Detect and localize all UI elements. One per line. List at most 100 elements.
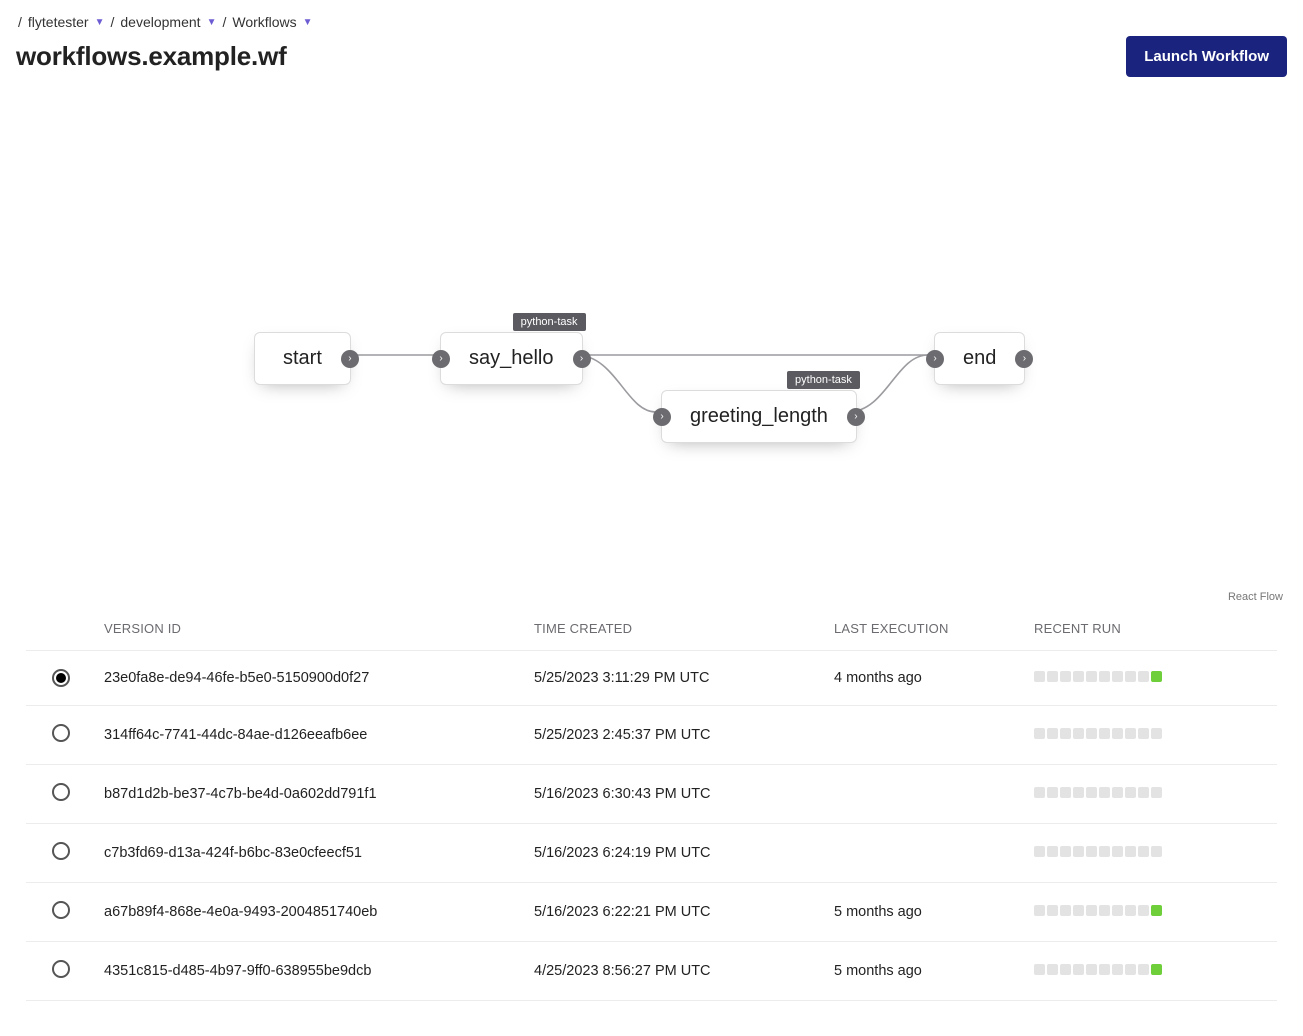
recent-run-cell: [1073, 846, 1084, 857]
node-handle-icon[interactable]: ›: [926, 350, 944, 368]
recent-run-cell: [1034, 671, 1045, 682]
column-header-recent-run[interactable]: RECENT RUN: [1026, 607, 1277, 651]
node-tag: python-task: [787, 371, 860, 389]
recent-run-cell: [1034, 964, 1045, 975]
radio-selector[interactable]: [52, 901, 70, 919]
chevron-down-icon: ▼: [95, 17, 105, 28]
recent-run-cell: [1060, 905, 1071, 916]
cell-recent-run: [1026, 706, 1277, 765]
cell-recent-run: [1026, 651, 1277, 706]
table-row[interactable]: c7b3fd69-d13a-424f-b6bc-83e0cfeecf515/16…: [26, 824, 1277, 883]
breadcrumb-item-domain[interactable]: development ▼: [120, 14, 216, 30]
node-start[interactable]: start ›: [254, 332, 351, 385]
radio-selector[interactable]: [52, 724, 70, 742]
recent-run-cell: [1112, 728, 1123, 739]
recent-run-cell: [1060, 787, 1071, 798]
radio-selector[interactable]: [52, 842, 70, 860]
recent-run-cell: [1060, 846, 1071, 857]
cell-recent-run: [1026, 883, 1277, 942]
recent-run-cell: [1086, 846, 1097, 857]
node-handle-icon[interactable]: ›: [1015, 350, 1033, 368]
column-header-version[interactable]: VERSION ID: [96, 607, 526, 651]
recent-run-cell: [1034, 846, 1045, 857]
node-label: say_hello: [469, 347, 554, 370]
node-handle-icon[interactable]: ›: [653, 408, 671, 426]
breadcrumb-label: Workflows: [232, 14, 296, 30]
recent-run-cell: [1151, 964, 1162, 975]
recent-run-cell: [1047, 787, 1058, 798]
column-header-last-exec[interactable]: LAST EXECUTION: [826, 607, 1026, 651]
cell-recent-run: [1026, 765, 1277, 824]
recent-run-cell: [1125, 964, 1136, 975]
launch-workflow-button[interactable]: Launch Workflow: [1126, 36, 1287, 77]
recent-run-cell: [1034, 787, 1045, 798]
recent-run-cell: [1086, 905, 1097, 916]
node-greeting-length[interactable]: python-task › greeting_length ›: [661, 390, 857, 443]
recent-run-cell: [1151, 787, 1162, 798]
table-row[interactable]: b87d1d2b-be37-4c7b-be4d-0a602dd791f15/16…: [26, 765, 1277, 824]
node-label: greeting_length: [690, 405, 828, 428]
recent-run-cell: [1125, 728, 1136, 739]
column-header-time[interactable]: TIME CREATED: [526, 607, 826, 651]
versions-table: VERSION ID TIME CREATED LAST EXECUTION R…: [26, 607, 1277, 1001]
radio-selector[interactable]: [52, 669, 70, 687]
recent-run-cell: [1138, 787, 1149, 798]
recent-run-cell: [1060, 728, 1071, 739]
cell-last-execution: 5 months ago: [826, 883, 1026, 942]
recent-run-cell: [1112, 964, 1123, 975]
table-row[interactable]: a67b89f4-868e-4e0a-9493-2004851740eb5/16…: [26, 883, 1277, 942]
node-handle-icon[interactable]: ›: [432, 350, 450, 368]
node-handle-icon[interactable]: ›: [573, 350, 591, 368]
cell-last-execution: [826, 706, 1026, 765]
breadcrumb-sep: /: [18, 14, 22, 30]
recent-run-cell: [1060, 671, 1071, 682]
node-end[interactable]: › end ›: [934, 332, 1025, 385]
recent-run-cell: [1125, 905, 1136, 916]
recent-run-cell: [1086, 787, 1097, 798]
radio-selector[interactable]: [52, 783, 70, 801]
table-row[interactable]: 4351c815-d485-4b97-9ff0-638955be9dcb4/25…: [26, 942, 1277, 1001]
recent-run-cell: [1151, 728, 1162, 739]
cell-recent-run: [1026, 824, 1277, 883]
recent-run-cell: [1112, 671, 1123, 682]
recent-run-cell: [1047, 846, 1058, 857]
recent-run-cell: [1047, 671, 1058, 682]
recent-run-cell: [1073, 728, 1084, 739]
breadcrumb-label: development: [120, 14, 200, 30]
cell-recent-run: [1026, 942, 1277, 1001]
table-row[interactable]: 23e0fa8e-de94-46fe-b5e0-5150900d0f275/25…: [26, 651, 1277, 706]
cell-version-id: 23e0fa8e-de94-46fe-b5e0-5150900d0f27: [96, 651, 526, 706]
recent-run-cell: [1086, 728, 1097, 739]
recent-run-cell: [1099, 846, 1110, 857]
cell-time-created: 5/16/2023 6:30:43 PM UTC: [526, 765, 826, 824]
recent-run-cell: [1099, 787, 1110, 798]
node-say-hello[interactable]: python-task › say_hello ›: [440, 332, 583, 385]
cell-version-id: 4351c815-d485-4b97-9ff0-638955be9dcb: [96, 942, 526, 1001]
recent-run-cell: [1047, 905, 1058, 916]
node-label: end: [963, 347, 996, 370]
node-handle-icon[interactable]: ›: [847, 408, 865, 426]
recent-run-cell: [1138, 728, 1149, 739]
node-handle-icon[interactable]: ›: [341, 350, 359, 368]
recent-run-cell: [1073, 671, 1084, 682]
workflow-graph[interactable]: start › python-task › say_hello › python…: [16, 87, 1287, 607]
recent-run-cell: [1073, 787, 1084, 798]
recent-run-cell: [1151, 846, 1162, 857]
recent-run-cell: [1034, 905, 1045, 916]
recent-run-cell: [1125, 787, 1136, 798]
breadcrumb-item-project[interactable]: flytetester ▼: [28, 14, 105, 30]
breadcrumb-item-workflows[interactable]: Workflows ▼: [232, 14, 312, 30]
recent-run-cell: [1138, 905, 1149, 916]
recent-run-cell: [1125, 846, 1136, 857]
cell-time-created: 5/25/2023 3:11:29 PM UTC: [526, 651, 826, 706]
cell-last-execution: [826, 765, 1026, 824]
cell-last-execution: 4 months ago: [826, 651, 1026, 706]
radio-selector[interactable]: [52, 960, 70, 978]
recent-run-cell: [1099, 964, 1110, 975]
cell-time-created: 5/16/2023 6:24:19 PM UTC: [526, 824, 826, 883]
table-row[interactable]: 314ff64c-7741-44dc-84ae-d126eeafb6ee5/25…: [26, 706, 1277, 765]
recent-run-cell: [1112, 905, 1123, 916]
graph-attribution: React Flow: [1228, 591, 1283, 603]
cell-version-id: a67b89f4-868e-4e0a-9493-2004851740eb: [96, 883, 526, 942]
breadcrumb-sep: /: [222, 14, 226, 30]
